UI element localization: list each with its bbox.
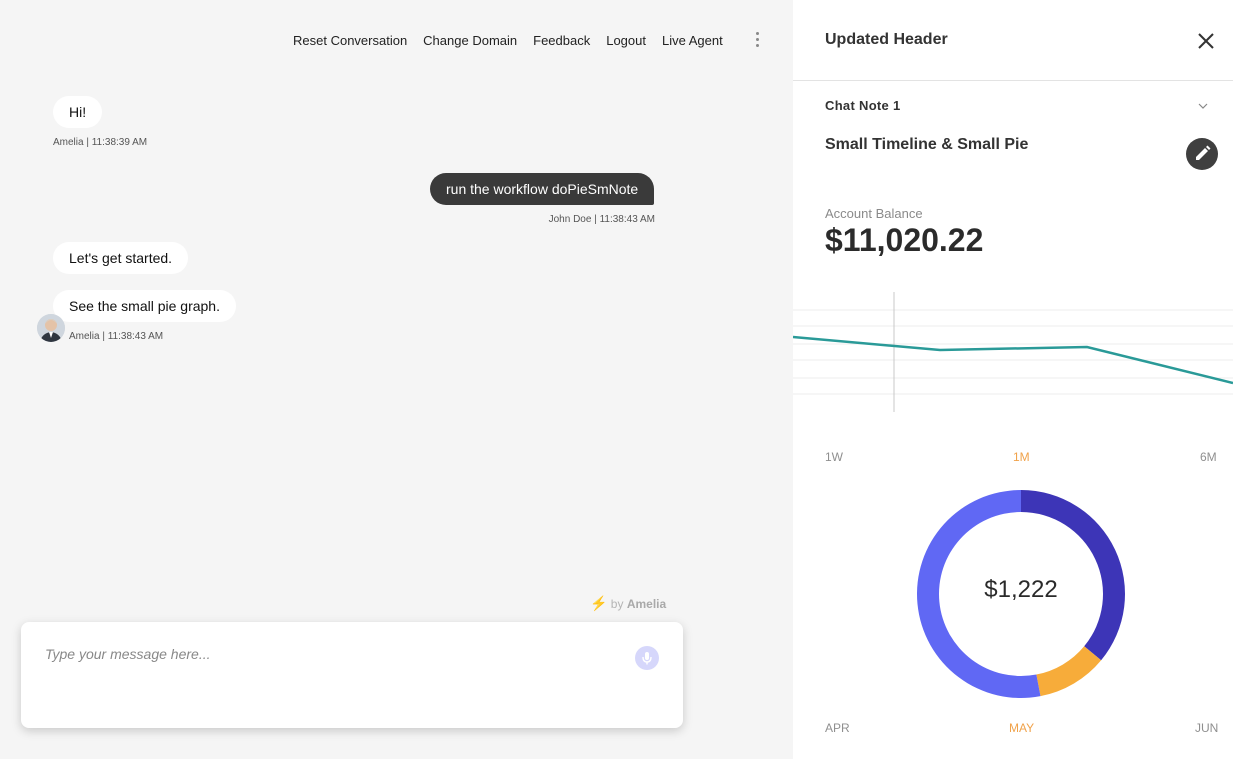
bot-message: Let's get started. [53,242,189,274]
reset-conversation-link[interactable]: Reset Conversation [293,33,407,48]
pie-slice-2 [1036,646,1102,697]
change-domain-link[interactable]: Change Domain [423,33,517,48]
donut-center-value: $1,222 [984,576,1058,603]
month-apr[interactable]: APR [825,721,850,735]
microphone-icon[interactable] [635,646,659,670]
top-nav: Reset Conversation Change Domain Feedbac… [293,33,723,48]
powered-by-brand: Amelia [626,597,667,611]
user-message: run the workflow doPieSmNote [430,173,655,205]
panel-title: Updated Header [825,31,948,48]
balance-value: $11,020.22 [825,222,984,258]
section-title: Small Timeline & Small Pie [825,136,1029,153]
month-jun[interactable]: JUN [1195,721,1218,735]
message-meta: Amelia | 11:38:43 AM [69,331,164,342]
pencil-icon[interactable] [1186,138,1218,170]
live-agent-link[interactable]: Live Agent [662,33,723,48]
chat-note-title[interactable]: Chat Note 1 [825,98,901,113]
range-1w[interactable]: 1W [825,450,843,464]
month-may[interactable]: MAY [1009,721,1034,735]
message-input[interactable] [45,646,605,662]
message-composer [21,622,683,728]
bot-message: See the small pie graph. [53,290,236,322]
bot-message: Hi! [53,96,103,128]
range-1m[interactable]: 1M [1013,450,1030,464]
side-panel: Updated Header Chat Note 1 Small Timelin… [793,0,1233,759]
chevron-down-icon[interactable] [1197,99,1209,111]
range-6m[interactable]: 6M [1200,450,1217,464]
message-meta: Amelia | 11:38:39 AM [53,137,148,148]
message-meta: John Doe | 11:38:43 AM [548,214,655,225]
timeline-chart [793,292,1233,412]
avatar [37,314,65,342]
chat-area: Reset Conversation Change Domain Feedbac… [0,0,793,759]
more-vertical-icon[interactable] [754,32,760,48]
powered-by-text: by [610,597,624,611]
panel-header: Updated Header [793,0,1233,81]
balance-label: Account Balance [825,206,923,221]
feedback-link[interactable]: Feedback [533,33,590,48]
lightning-icon: ⚡ [590,595,608,611]
close-icon[interactable] [1196,31,1216,51]
logout-link[interactable]: Logout [606,33,646,48]
powered-by: ⚡ by Amelia [590,595,666,612]
